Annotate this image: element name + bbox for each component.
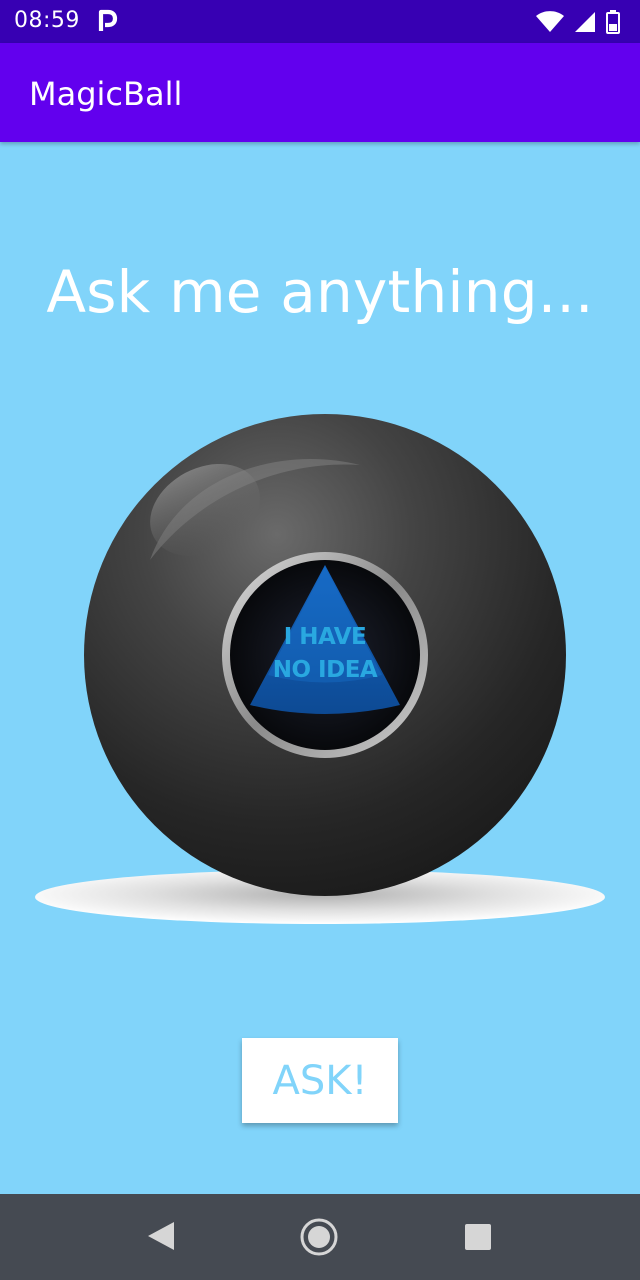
app-screen: 08:59 MagicBall Ask me anything... I HAV… — [0, 0, 640, 1280]
navigation-bar — [0, 1194, 640, 1280]
battery-icon — [606, 10, 620, 34]
parking-icon — [98, 9, 118, 31]
answer-line-1: I HAVE — [283, 624, 367, 650]
app-title: MagicBall — [29, 75, 183, 113]
app-bar: MagicBall — [0, 43, 640, 142]
status-time: 08:59 — [14, 8, 80, 33]
status-icons — [536, 9, 620, 35]
answer-text: I HAVE NO IDEA — [225, 621, 425, 687]
ask-button[interactable]: ASK! — [242, 1038, 398, 1123]
recents-icon[interactable] — [465, 1224, 491, 1250]
back-icon[interactable] — [146, 1220, 176, 1252]
page-heading: Ask me anything... — [46, 258, 594, 326]
status-bar: 08:59 — [0, 0, 640, 43]
wifi-icon — [536, 11, 564, 32]
answer-line-2: NO IDEA — [272, 657, 378, 683]
home-icon[interactable] — [299, 1217, 339, 1257]
signal-icon — [575, 12, 595, 32]
magic-ball-image: I HAVE NO IDEA — [30, 405, 610, 935]
